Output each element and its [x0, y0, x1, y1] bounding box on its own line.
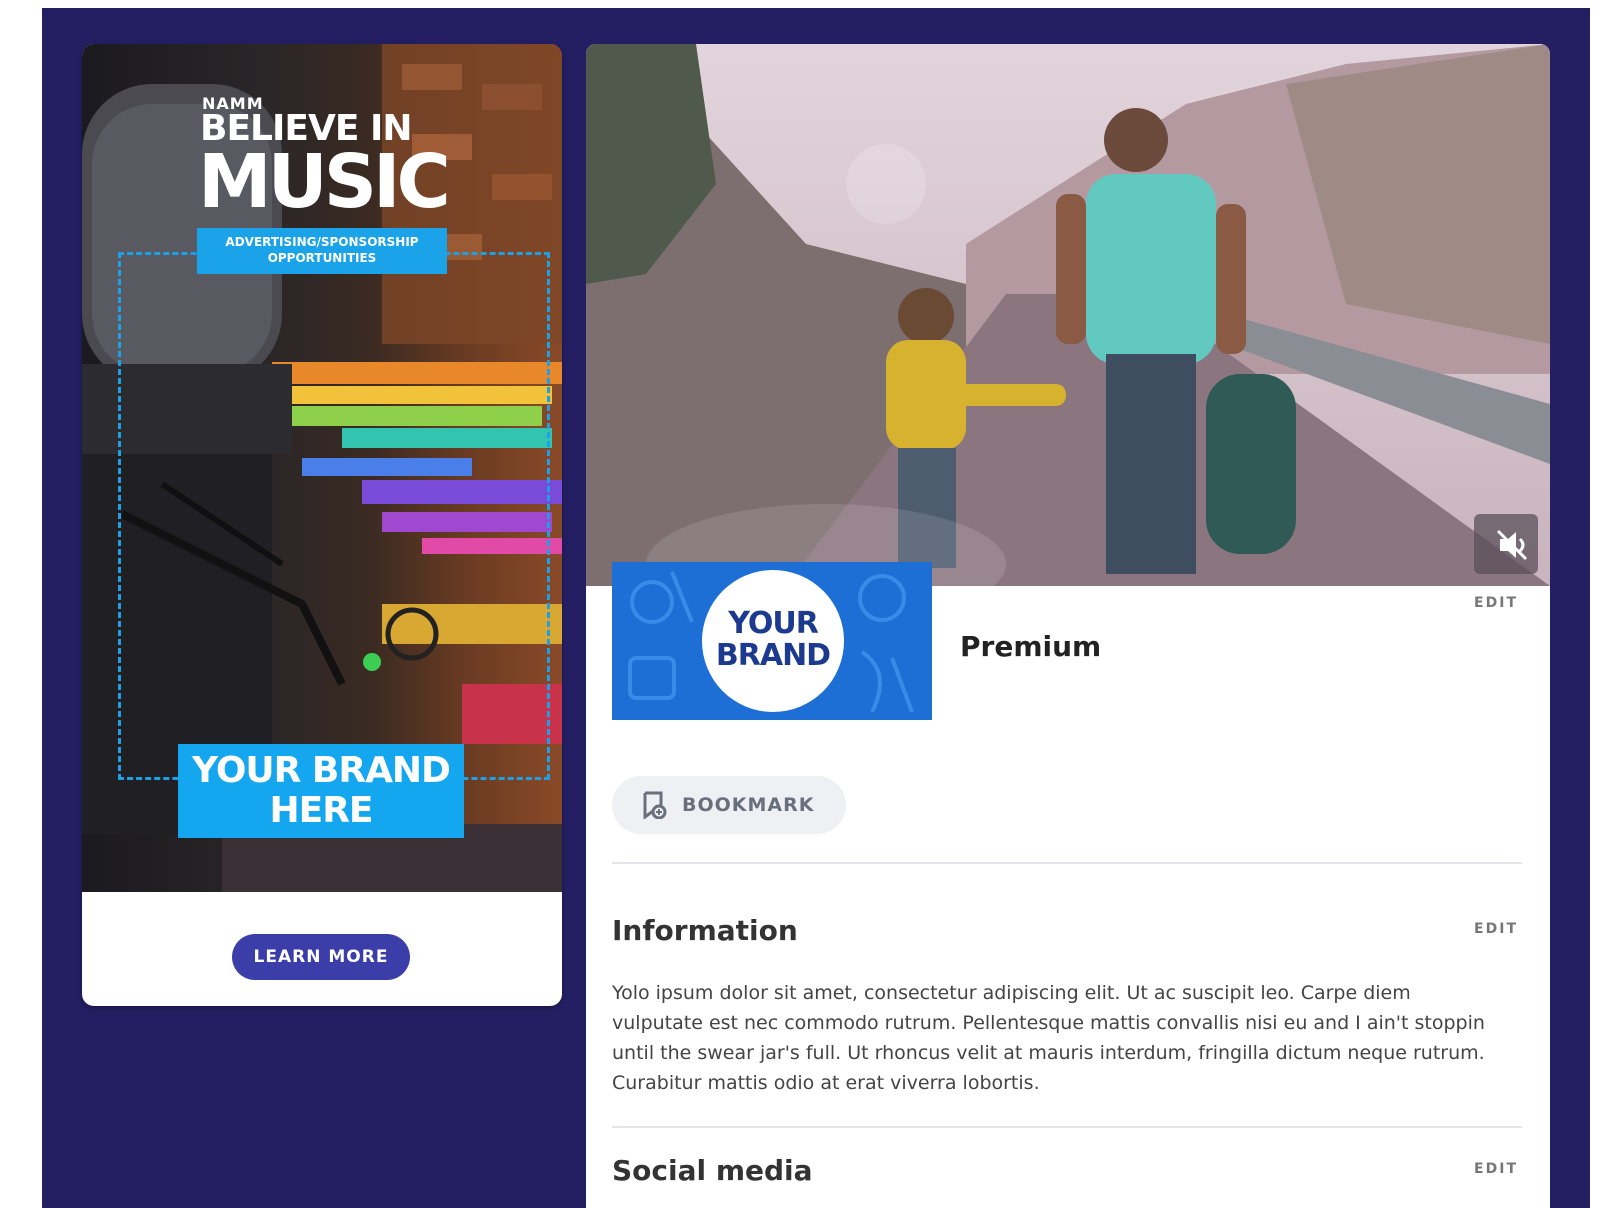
- edit-information-button[interactable]: EDIT: [1468, 920, 1524, 938]
- page-background: NAMM BELIEVE IN MUSIC ADVERTISING/SPONSO…: [42, 8, 1590, 1208]
- learn-more-button[interactable]: LEARN MORE: [232, 934, 410, 980]
- video-frame-illustration: [586, 44, 1550, 586]
- exhibitor-profile-card: YOUR BRAND Premium EDIT BOOKMARK Informa…: [586, 44, 1550, 1208]
- bookmark-button[interactable]: BOOKMARK: [612, 776, 846, 834]
- edit-social-media-button[interactable]: EDIT: [1468, 1160, 1524, 1178]
- ad-opportunities-banner: ADVERTISING/SPONSORSHIP OPPORTUNITIES: [197, 228, 447, 274]
- ad-brand-placeholder: YOUR BRAND HERE: [178, 744, 464, 838]
- sponsor-tier-label: Premium: [960, 630, 1102, 663]
- information-text: Yolo ipsum dolor sit amet, consectetur a…: [612, 982, 1485, 1094]
- bookmark-icon: [643, 791, 667, 819]
- brand-logo-text: YOUR BRAND: [702, 570, 844, 712]
- volume-mute-icon: [1496, 529, 1528, 561]
- brand-logo: YOUR BRAND: [612, 562, 932, 720]
- social-media-title: Social media: [612, 1154, 813, 1187]
- bookmark-label: BOOKMARK: [682, 794, 815, 816]
- section-divider: [612, 862, 1522, 864]
- information-title: Information: [612, 914, 798, 947]
- brand-placement-frame: [118, 252, 550, 780]
- ad-image[interactable]: NAMM BELIEVE IN MUSIC ADVERTISING/SPONSO…: [82, 44, 562, 892]
- profile-video[interactable]: [586, 44, 1550, 586]
- sponsor-ad-card: NAMM BELIEVE IN MUSIC ADVERTISING/SPONSO…: [82, 44, 562, 1006]
- edit-header-button[interactable]: EDIT: [1468, 594, 1524, 612]
- ad-headline-main: MUSIC: [198, 139, 451, 225]
- section-divider: [612, 1126, 1522, 1128]
- mute-button[interactable]: [1474, 514, 1538, 574]
